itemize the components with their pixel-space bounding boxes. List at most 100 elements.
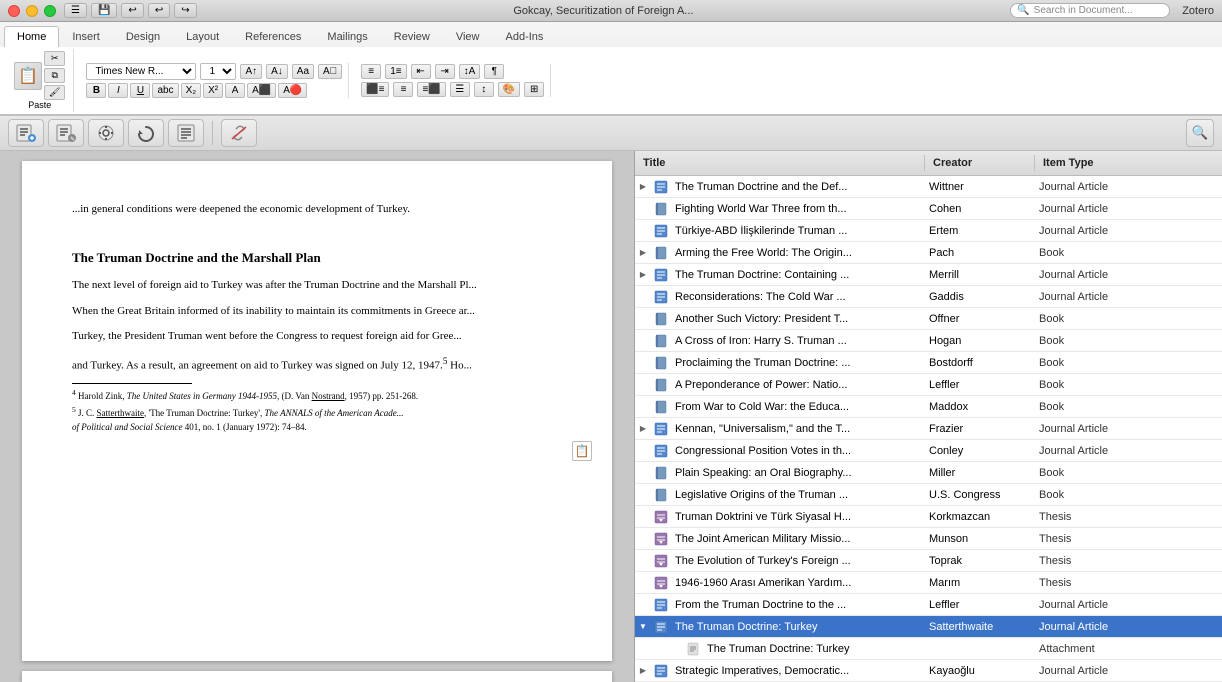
list-item[interactable]: Truman Doktrini ve Türk Siyasal H... Kor… [635,506,1222,528]
decrease-font-button[interactable]: A↓ [266,64,288,79]
list-item[interactable]: Reconsiderations: The Cold War ... Gaddi… [635,286,1222,308]
row-title: The Truman Doctrine and the Def... [671,181,925,193]
line-spacing-button[interactable]: ↕ [474,82,494,97]
row-expand-icon[interactable]: ▶ [635,424,651,433]
row-collapse-icon[interactable]: ▼ [635,622,651,631]
row-type-icon [651,664,671,678]
list-item[interactable]: From the Truman Doctrine to the ... Leff… [635,594,1222,616]
redo-button[interactable]: ↪ [174,3,196,18]
zotero-unlink-button[interactable] [221,119,257,147]
undo-button[interactable]: ↩ [121,3,143,18]
tab-addins[interactable]: Add-Ins [493,26,557,47]
list-item[interactable]: Legislative Origins of the Truman ... U.… [635,484,1222,506]
tab-mailings[interactable]: Mailings [314,26,380,47]
justify-button[interactable]: ☰ [450,82,470,97]
tab-review[interactable]: Review [381,26,443,47]
list-item[interactable]: The Evolution of Turkey's Foreign ... To… [635,550,1222,572]
list-item[interactable]: ▶ The Truman Doctrine and the Def... Wit… [635,176,1222,198]
subscript-button[interactable]: X₂ [181,83,202,98]
tab-layout[interactable]: Layout [173,26,232,47]
document-page-1: ...in general conditions were deepened t… [22,161,612,661]
row-type-icon [651,202,671,216]
row-expand-icon[interactable]: ▶ [635,182,651,191]
font-color-button[interactable]: A🔴 [278,83,307,98]
tab-references[interactable]: References [232,26,314,47]
underline-button[interactable]: U [130,83,150,98]
row-expand-icon[interactable]: ▶ [635,248,651,257]
bullets-button[interactable]: ≡ [361,64,381,79]
list-item[interactable]: Türkiye-ABD İlişkilerinde Truman ... Ert… [635,220,1222,242]
copy-button[interactable]: ⧉ [44,68,65,83]
change-case-button[interactable]: Aa [292,64,314,79]
close-button[interactable] [8,5,20,17]
row-item-type: Thesis [1035,555,1222,567]
indent-decrease-button[interactable]: ⇤ [411,64,431,79]
zotero-search-button[interactable]: 🔍 [1186,119,1214,147]
bold-button[interactable]: B [86,83,106,98]
row-title: The Evolution of Turkey's Foreign ... [671,555,925,567]
zotero-refresh-button[interactable] [128,119,164,147]
format-painter-button[interactable]: 🖌 [44,85,65,100]
ribbon-toolbar: 📋 ✂ ⧉ 🖌 Paste Times New R... 12 [0,47,1222,115]
list-item[interactable]: Another Such Victory: President T... Off… [635,308,1222,330]
sort-button[interactable]: ↕A [459,64,481,79]
row-creator: Frazier [925,423,1035,435]
font-size-selector[interactable]: 12 [200,63,236,80]
show-marks-button[interactable]: ¶ [484,64,504,79]
row-expand-icon[interactable]: ▶ [635,666,651,675]
list-item[interactable]: ▶ Strategic Imperatives, Democratic... K… [635,660,1222,682]
tab-design[interactable]: Design [113,26,173,47]
row-expand-icon[interactable]: ▶ [635,270,651,279]
save-button[interactable]: 💾 [91,3,117,18]
list-item[interactable]: Congressional Position Votes in th... Co… [635,440,1222,462]
font-selector[interactable]: Times New R... [86,63,196,80]
list-item[interactable]: Fighting World War Three from th... Cohe… [635,198,1222,220]
strikethrough-button[interactable]: abc [152,83,178,98]
maximize-button[interactable] [44,5,56,17]
list-item[interactable]: Plain Speaking: an Oral Biography... Mil… [635,462,1222,484]
list-item[interactable]: A Preponderance of Power: Natio... Leffl… [635,374,1222,396]
zotero-settings-button[interactable] [88,119,124,147]
list-item[interactable]: The Truman Doctrine: Turkey Attachment [635,638,1222,660]
tab-home[interactable]: Home [4,26,59,47]
list-item[interactable]: ▼ The Truman Doctrine: Turkey Satterthwa… [635,616,1222,638]
superscript-button[interactable]: X² [203,83,223,98]
cut-button[interactable]: ✂ [44,51,65,66]
row-title: Arming the Free World: The Origin... [671,247,925,259]
italic-button[interactable]: I [108,83,128,98]
highlight-button[interactable]: A⬛ [247,83,276,98]
zotero-add-citation-button[interactable] [8,119,44,147]
clear-format-button[interactable]: A⃝ [318,64,342,79]
align-right-button[interactable]: ≡⬛ [417,82,445,97]
tab-view[interactable]: View [443,26,493,47]
zotero-edit-citation-button[interactable]: ✎ [48,119,84,147]
undo2-button[interactable]: ↩ [148,3,170,18]
tab-insert[interactable]: Insert [59,26,113,47]
col-header-title: Title [635,155,925,171]
shading-button[interactable]: 🎨 [498,82,520,97]
list-item[interactable]: The Joint American Military Missio... Mu… [635,528,1222,550]
align-center-button[interactable]: ≡ [393,82,413,97]
list-item[interactable]: Proclaiming the Truman Doctrine: ... Bos… [635,352,1222,374]
row-item-type: Journal Article [1035,599,1222,611]
zotero-bibliography-button[interactable] [168,119,204,147]
row-type-icon [651,268,671,282]
list-item[interactable]: From War to Cold War: the Educa... Maddo… [635,396,1222,418]
numbering-button[interactable]: 1≡ [385,64,406,79]
list-item[interactable]: ▶ Arming the Free World: The Origin... P… [635,242,1222,264]
minimize-button[interactable] [26,5,38,17]
search-input-area[interactable]: 🔍 Search in Document... [1010,3,1170,18]
row-item-type: Journal Article [1035,225,1222,237]
list-item[interactable]: 1946-1960 Arası Amerikan Yardım... Marım… [635,572,1222,594]
list-item[interactable]: ▶ Kennan, "Universalism," and the T... F… [635,418,1222,440]
text-color-button[interactable]: A [225,83,245,98]
align-left-button[interactable]: ⬛≡ [361,82,389,97]
list-item[interactable]: ▶ The Truman Doctrine: Containing ... Me… [635,264,1222,286]
clipboard-paste-icon[interactable]: 📋 [572,441,592,461]
col-header-type: Item Type [1035,155,1222,171]
list-item[interactable]: A Cross of Iron: Harry S. Truman ... Hog… [635,330,1222,352]
increase-font-button[interactable]: A↑ [240,64,262,79]
sidebar-toggle-button[interactable]: ☰ [64,3,87,18]
borders-button[interactable]: ⊞ [524,82,544,97]
indent-increase-button[interactable]: ⇥ [435,64,455,79]
